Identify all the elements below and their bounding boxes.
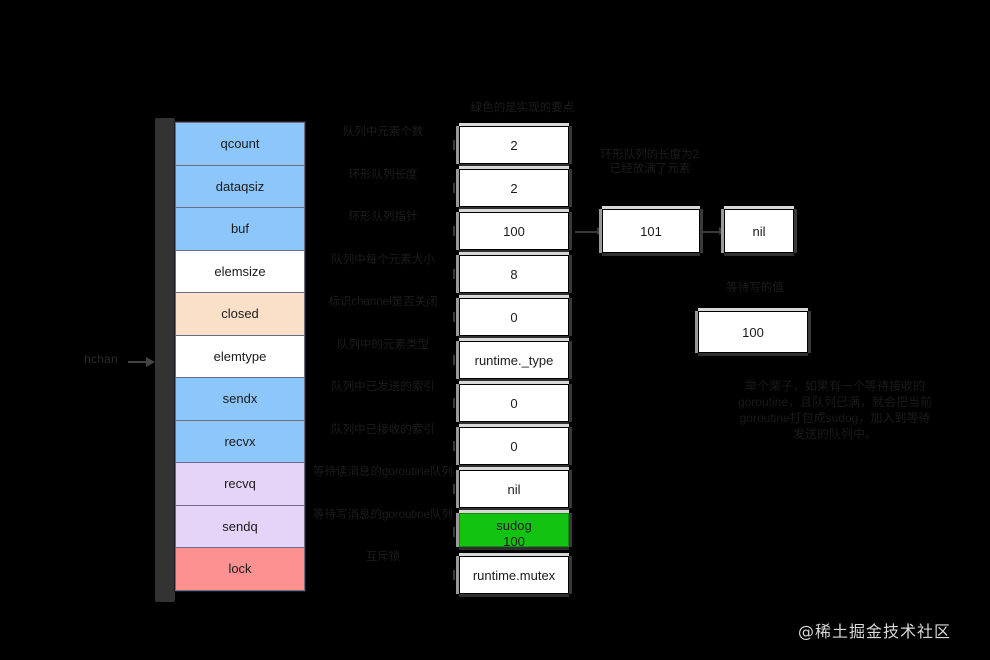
field-row-sendq: sendq [176,505,304,548]
value-text: 0 [510,310,518,325]
value-text: 0 [510,396,518,411]
annotation-qcount: 队列中元素个数 [342,126,424,138]
buffer-box-0: 101 [602,209,700,253]
value-box-7: 0 [459,427,569,465]
field-label: closed [221,306,259,321]
value-box-tick-3 [453,269,455,279]
value-text: 2 [510,138,518,153]
value-text: 2 [510,181,518,196]
value-box-0: 2 [459,126,569,164]
field-label: qcount [220,136,260,151]
field-row-elemtype: elemtype [176,335,304,378]
value-box-tick-4 [453,312,455,322]
hchan-pointer-arrow [128,357,158,367]
field-label: lock [228,561,252,576]
value-box-tick-5 [453,355,455,365]
value-box-3: 8 [459,255,569,293]
values-header-note: 绿色的是实现的要点 [470,102,575,114]
value-box-6: 0 [459,384,569,422]
buffer-chain-note: 环形队列的长度为2 已经放满了元素 [600,149,700,175]
value-box-8: nil [459,470,569,508]
value-box-9: sudog 100 [459,513,569,549]
field-row-sendx: sendx [176,378,304,421]
field-row-buf: buf [176,208,304,251]
value-box-4: 0 [459,298,569,336]
field-row-qcount: qcount [176,123,304,166]
value-text: 8 [510,267,518,282]
sudog-value-box: 100 [698,311,808,353]
field-label: elemsize [214,263,266,279]
annotation-elemsize: 队列中每个元素大小 [331,253,435,266]
annotation-recvx: 队列中已接收的索引 [331,423,435,436]
value-box-tick-7 [453,441,455,451]
annotation-lock: 互斥锁 [365,551,401,563]
field-label: dataqsiz [215,178,265,194]
sudog-value: 100 [742,325,764,340]
field-row-closed: closed [176,293,304,336]
field-row-elemsize: elemsize [176,250,304,293]
sudog-explanation-paragraph: 举个栗子，如果有一个等待接收的goroutine，且队列已满，就会把当前goro… [737,379,933,441]
hchan-label: hchan [84,352,118,366]
field-label: recvx [224,433,256,449]
value-box-tick-10 [453,570,455,580]
field-label: buf [230,221,250,236]
value-box-2: 100 [459,212,569,250]
sudog-detail-note: 等待写的值 [726,282,784,294]
field-row-dataqsiz: dataqsiz [176,165,304,208]
annotation-buf: 环形队列指针 [348,211,418,223]
annotation-sendx: 队列中已发送的索引 [331,381,435,393]
annotation-elemtype: 队列中的元素类型 [337,338,429,351]
value-box-5: runtime._type [459,341,569,379]
value-line-2: 100 [503,534,525,549]
value-box-tick-8 [453,484,455,494]
value-box-tick-2 [453,226,455,236]
field-row-recvx: recvx [176,420,304,463]
value-line-1: sudog [496,518,532,533]
annotation-closed: 标识channel是否关闭 [328,296,438,308]
value-box-10: runtime.mutex [459,556,569,594]
value-box-tick-9 [453,527,455,537]
hchan-struct-frame [155,118,175,602]
annotation-dataqsiz: 环形队列长度 [348,168,418,181]
field-row-lock: lock [176,548,304,591]
field-label: sendx [222,391,258,406]
value-box-tick-0 [453,140,455,150]
buffer-box-0-value: 101 [640,224,662,239]
annotation-sendq: 等待写消息的goroutine队列 [313,508,453,521]
value-text: runtime.mutex [472,568,556,583]
value-text: 0 [510,439,518,454]
diagram-canvas: hchan qcount dataqsiz buf elemsize closed ele… [0,0,990,660]
field-row-recvq: recvq [176,463,304,506]
annotation-recvq: 等待读消息的goroutine队列 [313,466,453,478]
field-label: recvq [224,476,256,491]
hchan-field-table: qcount dataqsiz buf elemsize closed elemtype s… [175,122,305,591]
buffer-box-1: nil [724,209,794,253]
field-label: sendq [222,518,258,534]
value-box-1: 2 [459,169,569,207]
value-text: nil [507,482,521,497]
value-box-tick-6 [453,398,455,408]
field-label: elemtype [213,348,267,364]
value-text: runtime._type [474,353,554,368]
value-text: 100 [503,224,525,239]
watermark: @稀土掘金技术社区 [798,622,952,641]
buffer-box-1-value: nil [752,224,766,239]
value-box-tick-1 [453,183,455,193]
